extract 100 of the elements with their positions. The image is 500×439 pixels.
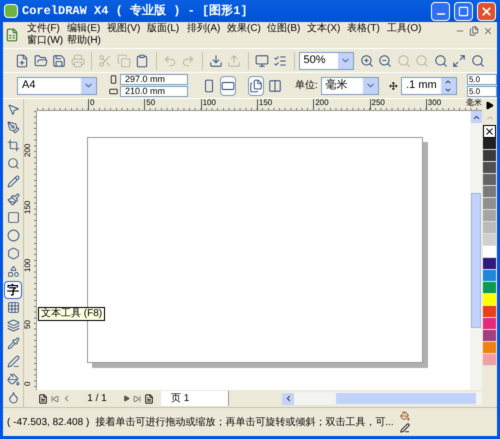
- width-icon: [108, 75, 118, 84]
- ruler-label: 50: [144, 99, 156, 110]
- coordinates: ( -47.503, 82.408 ): [7, 416, 90, 430]
- maximize-button[interactable]: [454, 2, 473, 20]
- document-icon: [5, 28, 19, 42]
- pencil-icon: [6, 175, 20, 188]
- menu-item[interactable]: 文本(X): [307, 23, 347, 35]
- expand-icon: [452, 54, 466, 68]
- next-page-icon[interactable]: [123, 395, 130, 402]
- paper-size-dropdown[interactable]: A4: [17, 76, 98, 94]
- ruler-label: 300: [426, 99, 442, 110]
- menu-item[interactable]: 帮助(H): [67, 35, 107, 47]
- ruler-label: 0: [88, 99, 94, 110]
- table-icon: [6, 301, 20, 314]
- color-swatch[interactable]: [483, 174, 496, 186]
- height-icon: [108, 87, 118, 96]
- color-swatch[interactable]: [483, 138, 496, 150]
- add-page-icon[interactable]: [144, 394, 154, 404]
- last-page-icon[interactable]: [133, 394, 141, 402]
- app-icon: [4, 4, 18, 18]
- height-field[interactable]: 210.0 mm: [120, 86, 188, 97]
- duplicate-field[interactable]: 5.0: [467, 86, 497, 97]
- color-swatch[interactable]: [483, 246, 496, 258]
- menu-item[interactable]: 文件(F): [27, 23, 67, 35]
- status-hint: 接着单击可进行拖动或缩放；再单击可旋转或倾斜；双击工具，可...: [95, 416, 394, 430]
- maximize-icon: [458, 6, 469, 16]
- color-swatch[interactable]: [483, 294, 496, 306]
- color-swatch[interactable]: [483, 306, 496, 318]
- menu-item[interactable]: 工具(O): [387, 23, 427, 35]
- menu-item[interactable]: 版面(L): [147, 23, 187, 35]
- color-swatch[interactable]: [483, 258, 496, 270]
- width-field[interactable]: 297.0 mm: [120, 74, 188, 85]
- magnifier-icon: [415, 54, 430, 68]
- color-swatch[interactable]: [483, 222, 496, 234]
- color-swatch[interactable]: [483, 282, 496, 294]
- horizontal-scrollbar[interactable]: [282, 392, 482, 405]
- color-swatch[interactable]: [483, 330, 496, 342]
- rectangle-icon: [6, 211, 20, 224]
- menu-item[interactable]: 窗口(W): [27, 35, 67, 47]
- new-file-icon: [15, 54, 30, 68]
- ruler-label: 100: [200, 99, 216, 110]
- close-button[interactable]: [477, 2, 496, 20]
- zoom-in-icon: [360, 54, 374, 68]
- scroll-thumb[interactable]: [471, 193, 481, 328]
- list-icon: [273, 54, 288, 68]
- color-swatch[interactable]: [483, 162, 496, 174]
- add-page-icon[interactable]: [38, 394, 48, 404]
- magnifier-icon: [434, 54, 448, 68]
- export-icon: [227, 54, 242, 68]
- nudge-icon: [389, 80, 398, 92]
- scroll-thumb[interactable]: [336, 393, 476, 404]
- zoom-dropdown[interactable]: 50%: [298, 52, 354, 70]
- color-swatch[interactable]: [483, 210, 496, 222]
- vertical-scrollbar[interactable]: [470, 111, 482, 390]
- nudge-field[interactable]: .1 mm: [401, 76, 457, 94]
- color-swatch[interactable]: [483, 318, 496, 330]
- restore-icon[interactable]: [469, 26, 479, 36]
- outline-pen-icon: [6, 355, 20, 368]
- pen-icon: [6, 121, 20, 134]
- menu-item[interactable]: 排列(A): [187, 23, 227, 35]
- ruler-label: 50: [24, 320, 32, 329]
- text-tool-button[interactable]: 字: [4, 280, 22, 299]
- no-color-icon: [484, 126, 495, 137]
- undo-icon: [162, 54, 177, 68]
- menu-item[interactable]: 效果(C): [227, 23, 267, 35]
- copy-icon: [116, 54, 131, 68]
- close-icon[interactable]: [483, 26, 493, 36]
- printer-icon: [70, 54, 85, 68]
- palette-menu-icon[interactable]: [485, 100, 494, 110]
- shapes-icon: [6, 265, 20, 278]
- menu-item[interactable]: 表格(T): [347, 23, 387, 35]
- color-swatch[interactable]: [483, 354, 496, 366]
- minimize-button[interactable]: [431, 2, 450, 20]
- magnifier-icon: [396, 54, 411, 68]
- color-swatch[interactable]: [483, 270, 496, 282]
- landscape-button[interactable]: [220, 76, 236, 96]
- folder-icon: [34, 54, 48, 68]
- first-page-icon[interactable]: [51, 394, 59, 402]
- pages-button[interactable]: [248, 76, 264, 96]
- color-swatch[interactable]: [483, 186, 496, 198]
- layers-icon: [6, 319, 20, 332]
- menu-item[interactable]: 编辑(E): [67, 23, 107, 35]
- save-icon: [52, 54, 66, 68]
- magnifier-icon: [470, 54, 485, 68]
- clipboard-icon: [135, 54, 150, 68]
- window-title: CorelDRAW X4 ( 专业版 ) - [图形1]: [22, 2, 249, 20]
- no-color-swatch[interactable]: [483, 125, 496, 138]
- color-swatch[interactable]: [483, 198, 496, 210]
- ruler-unit: 毫米: [466, 99, 482, 107]
- unit-label: 单位:: [294, 78, 318, 93]
- color-swatch[interactable]: [483, 342, 496, 354]
- duplicate-field[interactable]: 5.0: [467, 74, 497, 85]
- color-swatch[interactable]: [483, 150, 496, 162]
- page-tab[interactable]: 页 1: [161, 391, 229, 406]
- menu-item[interactable]: 视图(V): [107, 23, 147, 35]
- previous-page-icon[interactable]: [62, 394, 71, 403]
- menu-item[interactable]: 位图(B): [267, 23, 307, 35]
- unit-dropdown[interactable]: 毫米: [320, 76, 380, 94]
- color-swatch[interactable]: [483, 234, 496, 246]
- tooltip: 文本工具 (F8): [38, 307, 106, 321]
